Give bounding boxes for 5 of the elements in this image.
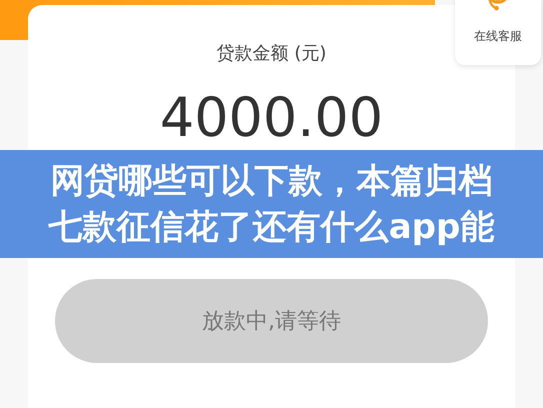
customer-service-button[interactable]: 在线客服 (455, 0, 541, 65)
loan-amount: 4000.00 (160, 91, 384, 145)
headline-text: 七款征信花了还有什么app能 (48, 206, 494, 248)
headline-text: 网贷哪些可以下款，本篇归档 (50, 160, 492, 202)
amount-label: 贷款金额 (元) (216, 42, 326, 65)
